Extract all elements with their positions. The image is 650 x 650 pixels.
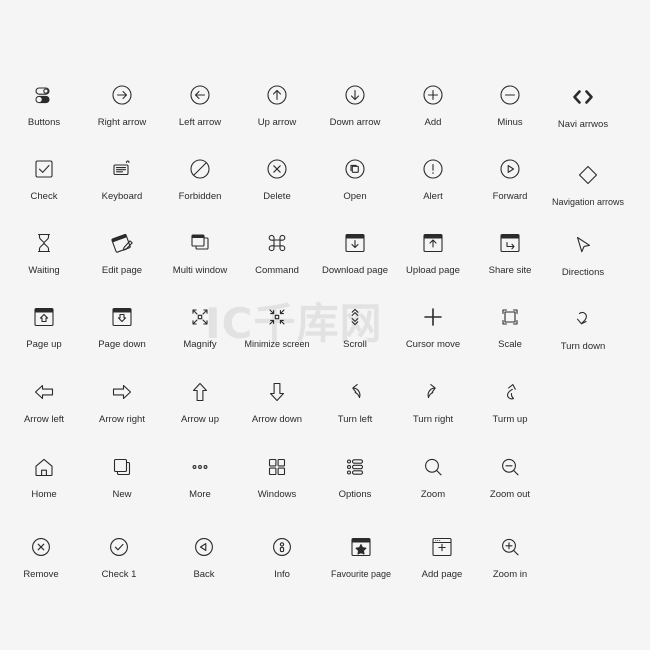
magnifier-plus-icon	[462, 530, 558, 564]
icon-sheet: IC千库网 Buttons Right arrow Left arrow Up arr…	[0, 0, 650, 650]
icon-cell-zoom-in[interactable]: Zoom in	[462, 530, 558, 580]
icon-cell-navigation-arrows[interactable]: Navigation arrows	[540, 158, 636, 208]
icon-cell-turn-up[interactable]: Turm up	[462, 375, 558, 425]
icon-label-turn-up: Turm up	[492, 414, 528, 425]
icon-label-navigation-arrows: Navigation arrows	[551, 197, 625, 207]
icon-cell-turn-down[interactable]: Turn down	[535, 302, 631, 352]
icon-cell-directions[interactable]: Directions	[535, 228, 631, 278]
turn-down-arrow-icon	[535, 302, 631, 336]
chevrons-left-right-icon	[535, 80, 631, 114]
icon-cell-navi-arrwos[interactable]: Navi arrwos	[535, 80, 631, 130]
icon-cell-check-1[interactable]: Check 1	[71, 530, 167, 580]
magnifier-minus-icon	[462, 450, 558, 484]
icon-label-zoom-in: Zoom in	[492, 569, 528, 580]
circle-check-icon	[71, 530, 167, 564]
cursor-pointer-icon	[535, 228, 631, 262]
diamond-outline-icon	[540, 158, 636, 192]
icon-label-zoom-out: Zoom out	[489, 489, 531, 500]
turn-up-arrow-icon	[462, 375, 558, 409]
icon-label-directions: Directions	[561, 267, 605, 278]
icon-label-check-1: Check 1	[101, 569, 137, 580]
icon-label-turn-down: Turn down	[560, 341, 606, 352]
icon-cell-zoom-out[interactable]: Zoom out	[462, 450, 558, 500]
icon-label-navi-arrwos: Navi arrwos	[557, 119, 609, 130]
